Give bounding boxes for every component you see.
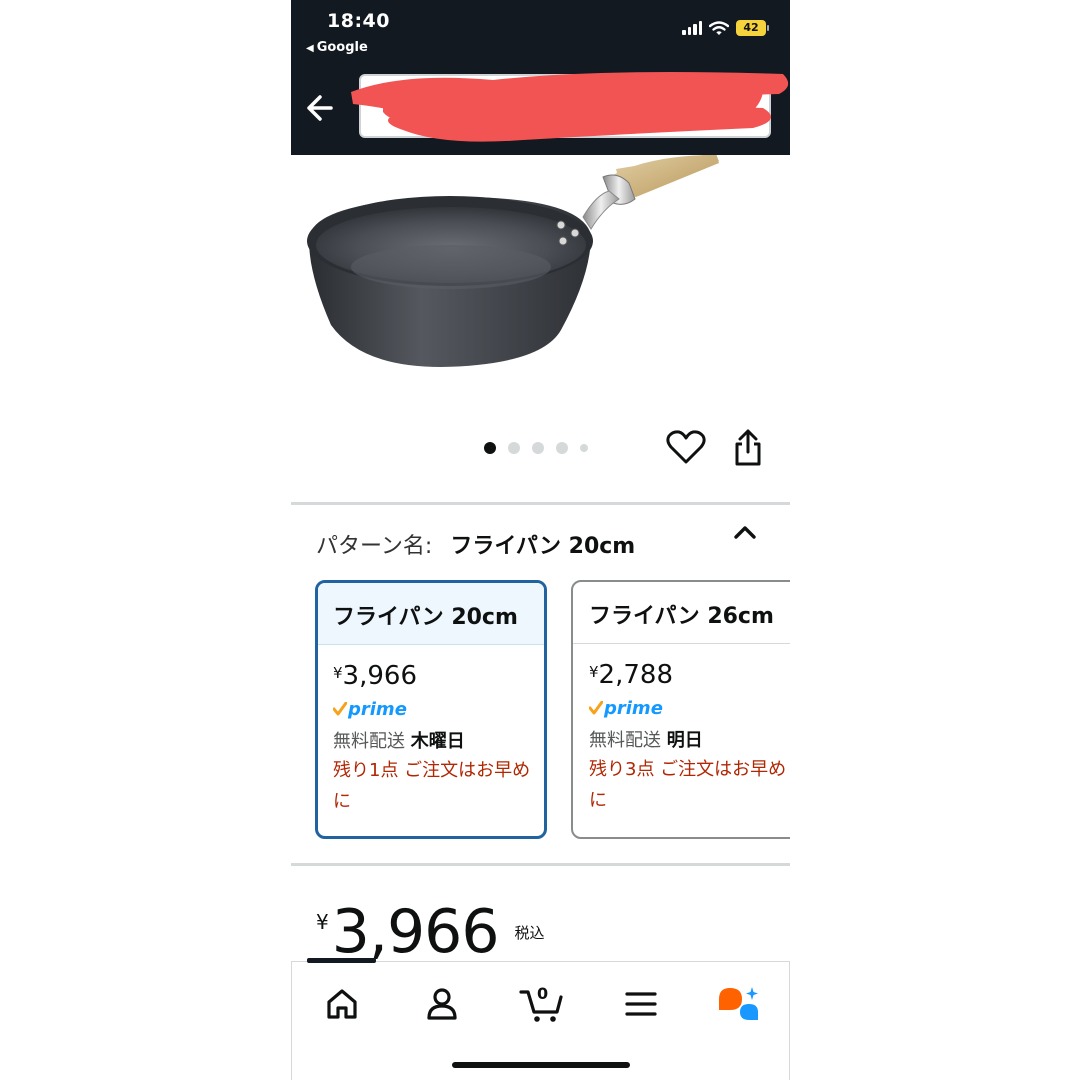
back-triangle-icon: ◀ (306, 43, 314, 54)
active-tab-indicator (307, 958, 376, 963)
tax-included-label: 税込 (514, 924, 545, 942)
phone-screen: 18:40 ◀ Google 42 パターン名: フライパン 20cm フライパ… (291, 0, 790, 1080)
prime-check-icon (333, 702, 347, 716)
option-name: フライパン 26cm (573, 582, 790, 644)
back-arrow-icon[interactable] (305, 88, 333, 128)
redaction-mark (351, 72, 789, 142)
price-value: 3,966 (331, 897, 500, 967)
back-app-label: Google (316, 40, 368, 55)
home-indicator (452, 1062, 630, 1068)
carousel-dot-4[interactable] (556, 442, 568, 454)
carousel-dot-3[interactable] (532, 442, 544, 454)
option-card-26cm[interactable]: フライパン 26cm ¥2,788 prime 無料配送 明日 残り3点 ご注文… (571, 580, 790, 839)
bottom-tab-bar: 0 (291, 958, 790, 1080)
image-carousel-indicator[interactable] (484, 442, 588, 454)
carousel-dot-1[interactable] (484, 442, 496, 454)
stock-warning: 残り3点 ご注文はお早めに (589, 759, 787, 811)
option-price: ¥2,788 (589, 660, 673, 690)
rufus-assistant-icon[interactable] (716, 984, 762, 1024)
carousel-dot-5[interactable] (580, 444, 588, 452)
section-divider (291, 502, 790, 505)
section-divider (291, 863, 790, 866)
carousel-dot-2[interactable] (508, 442, 520, 454)
main-price: ¥ 3,966 税込 (316, 898, 545, 966)
product-image-frying-pan[interactable] (291, 155, 790, 415)
option-name: フライパン 20cm (318, 583, 544, 645)
chevron-up-icon[interactable] (732, 522, 758, 544)
cell-signal-icon (682, 21, 702, 35)
cart-count: 0 (537, 984, 549, 1003)
status-icons: 42 (682, 20, 769, 36)
header-bar: 18:40 ◀ Google 42 (291, 0, 790, 155)
shipping-info: 無料配送 木曜日 (333, 731, 465, 752)
battery-icon: 42 (736, 20, 769, 36)
prime-check-icon (589, 701, 603, 715)
shipping-info: 無料配送 明日 (589, 730, 703, 751)
home-icon[interactable] (322, 984, 362, 1024)
account-icon[interactable] (422, 984, 462, 1024)
cart-button[interactable]: 0 (519, 984, 567, 1024)
share-icon[interactable] (731, 428, 765, 468)
stock-warning: 残り1点 ご注文はお早めに (333, 760, 531, 812)
wifi-icon (709, 20, 729, 35)
pattern-label: パターン名: (316, 534, 433, 559)
prime-badge: prime (333, 697, 544, 721)
pattern-value: フライパン 20cm (450, 534, 636, 559)
pattern-name-row: パターン名: フライパン 20cm (316, 528, 635, 560)
option-price: ¥3,966 (333, 661, 417, 691)
option-card-20cm[interactable]: フライパン 20cm ¥3,966 prime 無料配送 木曜日 残り1点 ご注… (315, 580, 547, 839)
menu-icon[interactable] (621, 984, 661, 1024)
status-time: 18:40 (327, 10, 390, 32)
heart-icon[interactable] (665, 430, 707, 466)
currency-symbol: ¥ (316, 910, 329, 934)
prime-badge: prime (589, 696, 790, 720)
back-to-app-link[interactable]: ◀ Google (306, 40, 368, 55)
